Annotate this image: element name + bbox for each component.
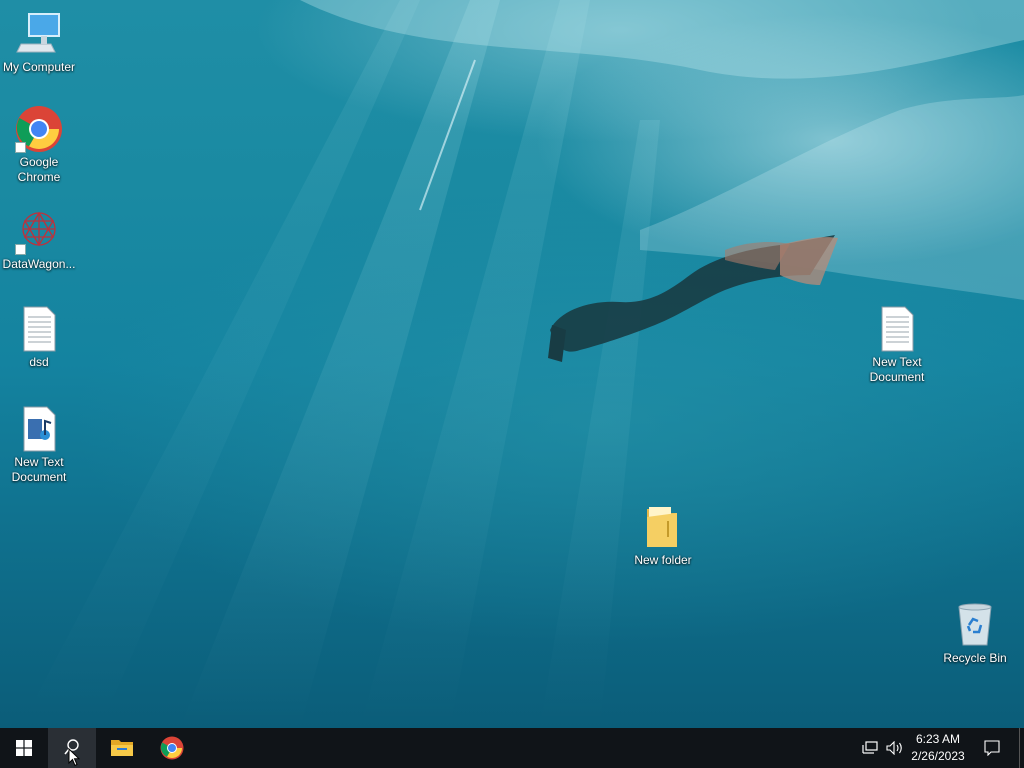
shortcut-arrow-icon: [15, 142, 26, 153]
chrome-icon: [160, 736, 184, 760]
icon-label: DataWagon...: [2, 257, 76, 271]
icon-label: dsd: [29, 355, 49, 369]
icon-label: Google Chrome: [17, 155, 61, 184]
folder-icon: [639, 503, 687, 551]
text-file-icon: [873, 305, 921, 353]
datawagon-icon: [15, 207, 63, 255]
start-button[interactable]: [0, 728, 48, 768]
desktop-icon-new-text-document[interactable]: New Text Document: [859, 305, 935, 385]
desktop-icon-recycle-bin[interactable]: Recycle Bin: [937, 601, 1013, 666]
desktop-icon-dsd[interactable]: dsd: [1, 305, 77, 370]
desktop-icon-google-chrome[interactable]: Google Chrome: [1, 105, 77, 185]
tray-network[interactable]: [858, 728, 882, 768]
desktop-icon-new-folder[interactable]: New folder: [625, 503, 701, 568]
action-center-icon: [984, 740, 1000, 756]
icon-label: New folder: [634, 553, 692, 567]
volume-icon: [886, 741, 902, 755]
tray-clock[interactable]: 6:23 AM 2/26/2023: [906, 731, 970, 765]
tray-volume[interactable]: [882, 728, 908, 768]
action-center-button[interactable]: [978, 728, 1006, 768]
desktop-icon-new-text-document-media[interactable]: New Text Document: [1, 405, 77, 485]
clock-time: 6:23 AM: [915, 732, 961, 746]
media-file-icon: [15, 405, 63, 453]
icon-label: Recycle Bin: [943, 651, 1007, 665]
icon-label: New Text Document: [11, 455, 67, 484]
icon-label: New Text Document: [869, 355, 925, 384]
computer-icon: [15, 10, 63, 58]
desktop-icon-datawagon[interactable]: DataWagon...: [1, 207, 77, 272]
clock-date: 2/26/2023: [911, 749, 965, 763]
taskbar-file-explorer[interactable]: [98, 728, 146, 768]
show-desktop-divider[interactable]: [1019, 728, 1020, 768]
icon-label: My Computer: [2, 60, 76, 74]
file-explorer-icon: [111, 740, 133, 756]
windows-start-icon: [16, 740, 32, 756]
mouse-cursor-icon: [68, 748, 80, 767]
taskbar-chrome[interactable]: [148, 728, 196, 768]
diver-illustration: [548, 235, 838, 362]
chrome-icon: [15, 105, 63, 153]
network-icon: [862, 741, 878, 754]
text-file-icon: [15, 305, 63, 353]
taskbar: 6:23 AM 2/26/2023: [0, 728, 1024, 768]
recycle-bin-icon: [951, 601, 999, 649]
desktop-icon-my-computer[interactable]: My Computer: [1, 10, 77, 75]
desktop[interactable]: My Computer Google Chrome DataWagon... d…: [0, 0, 1024, 728]
shortcut-arrow-icon: [15, 244, 26, 255]
